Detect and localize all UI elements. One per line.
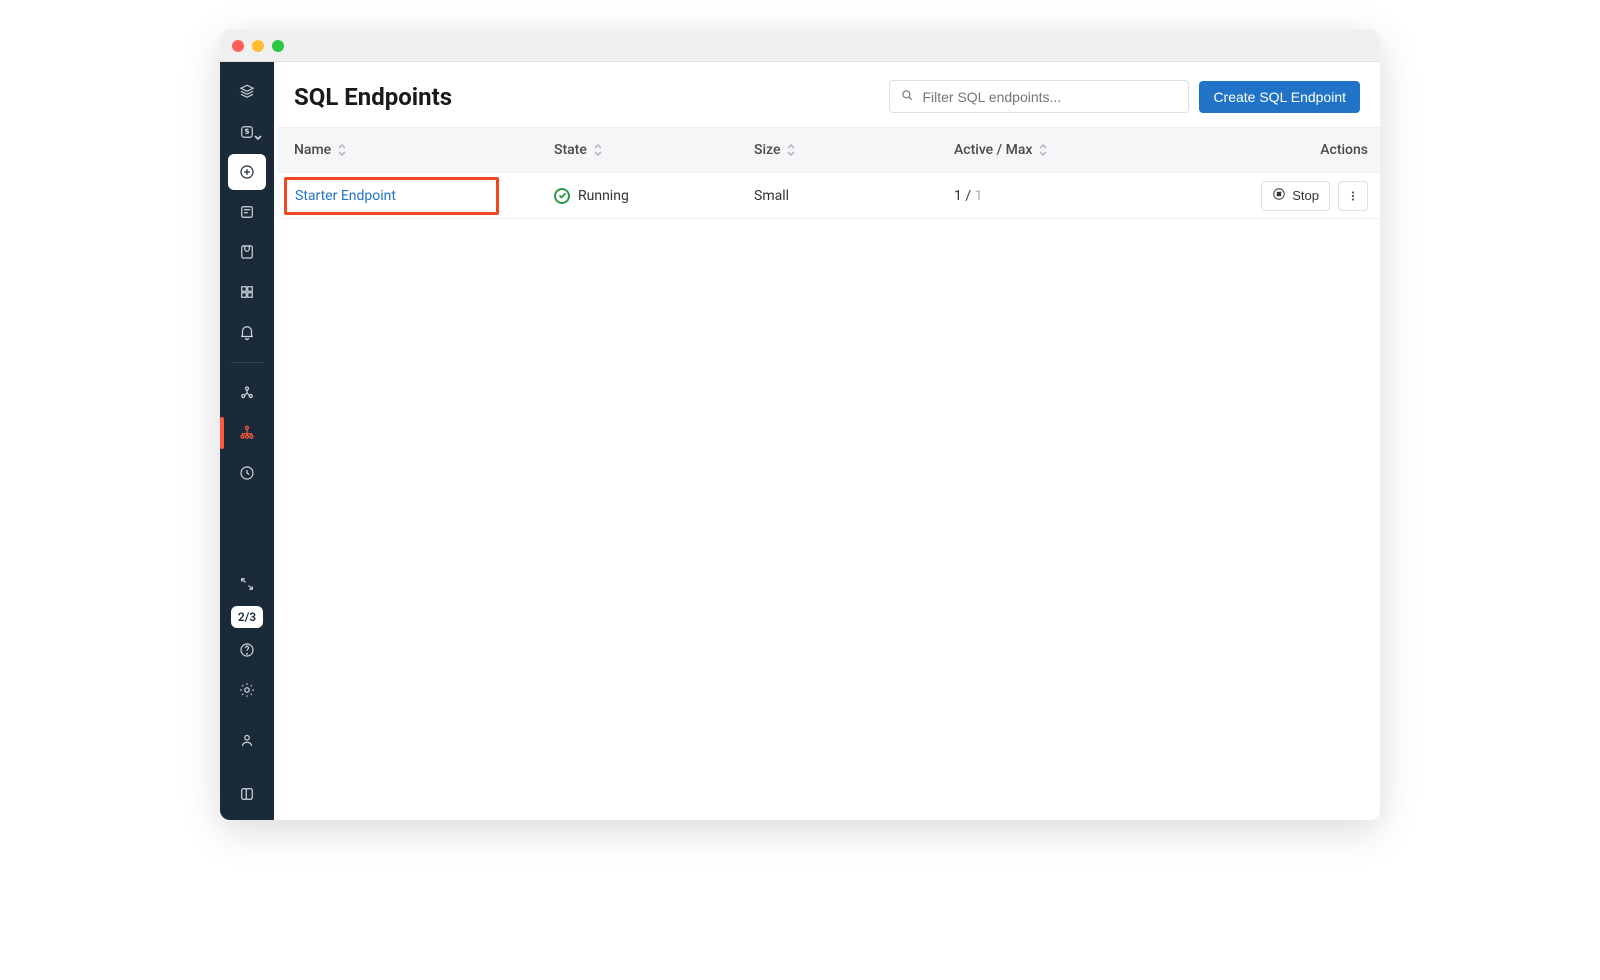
stop-icon (1272, 187, 1286, 204)
sort-icon (593, 144, 603, 156)
col-size[interactable]: Size (754, 142, 954, 158)
stop-button[interactable]: Stop (1261, 181, 1330, 211)
queries-icon[interactable] (228, 194, 266, 230)
size-value: Small (754, 188, 954, 204)
col-active-max[interactable]: Active / Max (954, 142, 1228, 158)
help-icon[interactable] (228, 632, 266, 668)
quota-indicator[interactable]: 2/3 (231, 606, 263, 628)
add-button[interactable] (228, 154, 266, 190)
account-icon[interactable] (228, 722, 266, 758)
alerts-icon[interactable] (228, 314, 266, 350)
search-icon (900, 87, 914, 106)
window-close-button[interactable] (232, 40, 244, 52)
active-max-value: 1 / 1 (954, 188, 1228, 204)
expand-icon[interactable] (228, 566, 266, 602)
dashboards-icon[interactable] (228, 234, 266, 270)
settings-icon[interactable] (228, 672, 266, 708)
highlight-annotation: Starter Endpoint (284, 177, 499, 215)
col-active-max-label: Active / Max (954, 142, 1032, 158)
apps-icon[interactable] (228, 274, 266, 310)
col-name-label: Name (294, 142, 331, 158)
endpoints-table: Name State Size (278, 127, 1380, 219)
table-header-row: Name State Size (278, 127, 1380, 173)
logo-icon[interactable] (228, 74, 266, 110)
col-size-label: Size (754, 142, 780, 158)
more-actions-button[interactable] (1338, 181, 1368, 211)
table-row: Starter Endpoint Running Small 1 / 1 (278, 173, 1380, 219)
page-header: SQL Endpoints Create SQL Endpoint (274, 62, 1380, 127)
col-state[interactable]: State (554, 142, 754, 158)
window-minimize-button[interactable] (252, 40, 264, 52)
window-maximize-button[interactable] (272, 40, 284, 52)
data-icon[interactable] (228, 375, 266, 411)
running-status-icon (554, 188, 570, 204)
history-icon[interactable] (228, 455, 266, 491)
page-title: SQL Endpoints (294, 83, 452, 111)
search-input[interactable] (922, 89, 1178, 105)
sort-icon (337, 144, 347, 156)
sidebar: 2/3 (220, 62, 274, 820)
main-content: SQL Endpoints Create SQL Endpoint Name (274, 62, 1380, 820)
endpoint-name-link[interactable]: Starter Endpoint (295, 188, 396, 204)
app-window: 2/3 SQL Endpoints (220, 30, 1380, 820)
sort-icon (786, 144, 796, 156)
stop-label: Stop (1292, 188, 1319, 203)
sql-s-icon[interactable] (228, 114, 266, 150)
create-endpoint-button[interactable]: Create SQL Endpoint (1199, 81, 1360, 113)
search-box[interactable] (889, 80, 1189, 113)
endpoints-icon[interactable] (228, 415, 266, 451)
state-value: Running (578, 188, 629, 204)
sidebar-divider (231, 362, 263, 363)
col-actions: Actions (1228, 142, 1368, 158)
col-actions-label: Actions (1320, 142, 1368, 158)
col-state-label: State (554, 142, 587, 158)
panel-toggle-icon[interactable] (228, 776, 266, 812)
titlebar (220, 30, 1380, 62)
col-name[interactable]: Name (294, 142, 554, 158)
sort-icon (1038, 144, 1048, 156)
